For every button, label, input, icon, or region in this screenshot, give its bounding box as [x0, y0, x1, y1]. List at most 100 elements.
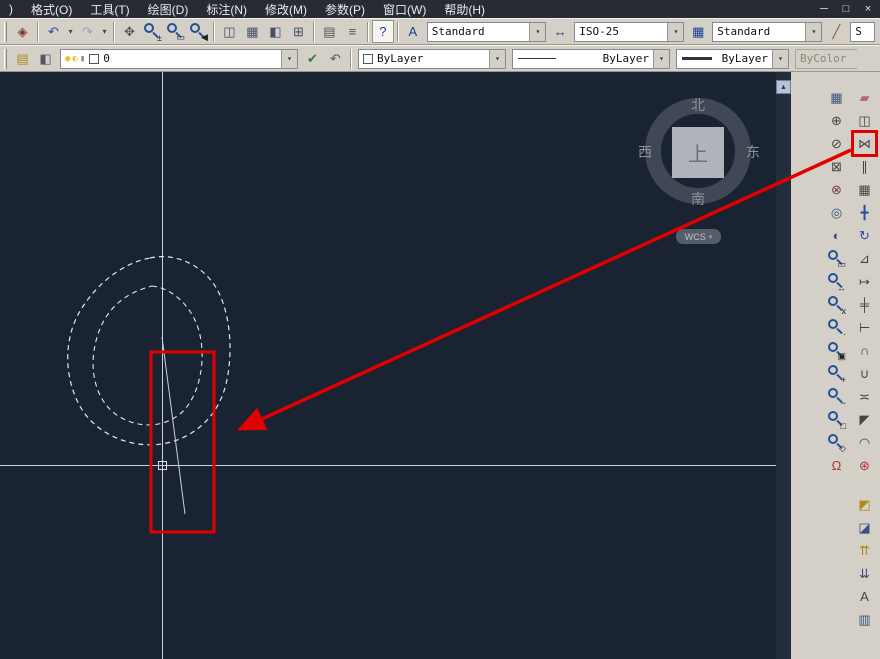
menu-item[interactable]: 标注(N) — [197, 0, 256, 18]
zoom-out-icon[interactable]: − — [825, 385, 848, 408]
zoom-window-icon[interactable]: ▭ — [825, 247, 848, 270]
menu-item[interactable]: 格式(O) — [22, 0, 81, 18]
delete-icon[interactable]: ⊗ — [825, 178, 848, 201]
edit-hatch-icon[interactable]: ▦ — [825, 86, 848, 109]
restore-button[interactable]: □ — [838, 3, 854, 15]
menu-item[interactable]: ) — [0, 0, 22, 18]
point-style-icon[interactable]: ⊕ — [825, 109, 848, 132]
layer-previous-icon[interactable]: ↶ — [324, 47, 347, 70]
vertical-scrollbar[interactable]: ▲ — [776, 72, 791, 659]
zoom-extents-icon[interactable]: ◇ — [825, 431, 848, 454]
zoom-center-icon[interactable]: · — [825, 316, 848, 339]
chevron-down-icon[interactable]: ▾ — [805, 22, 822, 41]
compass-east-label[interactable]: 东 — [746, 142, 760, 162]
table-style-combo[interactable]: Standard ▾ — [712, 21, 823, 42]
pan-icon[interactable]: ✥ — [118, 20, 141, 43]
array-icon[interactable]: ▦ — [853, 178, 876, 201]
scroll-up-arrow[interactable]: ▲ — [776, 80, 791, 94]
zoom-in-icon[interactable]: + — [825, 362, 848, 385]
3d-views-icon[interactable]: ◧ — [264, 20, 287, 43]
stretch-icon[interactable]: ↦ — [853, 270, 876, 293]
zoom-scale-icon[interactable]: x — [825, 293, 848, 316]
color-combo[interactable]: ByLayer ▾ — [358, 48, 506, 69]
toolbar-grip[interactable] — [4, 21, 7, 42]
camera-view-icon[interactable]: ⊞ — [287, 20, 310, 43]
draw-order-icon[interactable]: ▥ — [853, 608, 876, 631]
chevron-down-icon[interactable]: ▾ — [653, 49, 669, 68]
layer-states-icon[interactable]: ◧ — [34, 47, 57, 70]
named-views-icon[interactable]: ▦ — [241, 20, 264, 43]
menu-item[interactable]: 绘图(D) — [139, 0, 198, 18]
chamfer-icon[interactable]: ◤ — [853, 408, 876, 431]
chevron-down-icon[interactable]: ▾ — [489, 49, 505, 68]
dim-style-combo[interactable]: ISO-25 ▾ — [574, 21, 685, 42]
compass-south-label[interactable]: 南 — [645, 189, 751, 209]
layer-combo[interactable]: ● ◐ ▮ 0 ▾ — [60, 48, 298, 69]
layer-properties-manager-icon[interactable]: ▤ — [11, 47, 34, 70]
toolbar-grip[interactable] — [4, 48, 7, 69]
object-snap-icon[interactable]: Ω — [825, 454, 848, 477]
trim-icon[interactable]: ╪ — [853, 293, 876, 316]
text-style-combo[interactable]: Standard ▾ — [426, 21, 547, 42]
rotate-icon[interactable]: ↻ — [853, 224, 876, 247]
divide-icon[interactable]: ⊘ — [825, 132, 848, 155]
view-compass[interactable]: 上 北 西 东 南 — [638, 95, 760, 207]
make-object-layer-current-icon[interactable]: ✔ — [301, 47, 324, 70]
partial-style-combo[interactable]: S — [850, 21, 876, 42]
table-style-manager-icon[interactable]: ▦ — [687, 20, 709, 43]
match-properties-icon[interactable]: ╱ — [825, 20, 847, 43]
zoom-object-icon[interactable]: ▣ — [825, 339, 848, 362]
compass-west-label[interactable]: 西 — [638, 142, 652, 162]
bring-above-objects-icon[interactable]: ⇈ — [853, 539, 876, 562]
zoom-window-icon[interactable]: ▭ — [164, 20, 187, 43]
wcs-badge[interactable]: WCS ▾ — [676, 229, 721, 244]
mirror-icon[interactable]: ⋈ — [851, 130, 878, 157]
properties-palette-icon[interactable]: ≡ — [341, 20, 364, 43]
drawing-canvas[interactable]: 上 北 西 东 南 WCS ▾ — [0, 72, 776, 659]
explode-icon[interactable]: ⊛ — [853, 454, 876, 477]
menu-item[interactable]: 窗口(W) — [374, 0, 435, 18]
undo-dropdown[interactable]: ▾ — [65, 20, 76, 43]
zoom-previous-icon[interactable]: ◀ — [187, 20, 210, 43]
text-icon[interactable]: A — [853, 585, 876, 608]
zoom-dynamic-icon[interactable]: ↔ — [825, 270, 848, 293]
zoom-all-icon[interactable]: □ — [825, 408, 848, 431]
move-icon[interactable]: ╋ — [853, 201, 876, 224]
redo-icon[interactable]: ↷ — [76, 20, 99, 43]
break-icon[interactable]: ∪ — [853, 362, 876, 385]
offset-icon[interactable]: ∥ — [853, 155, 876, 178]
menu-item[interactable]: 参数(P) — [316, 0, 374, 18]
clip-icon[interactable]: ⊠ — [825, 155, 848, 178]
text-style-manager-icon[interactable]: A — [402, 20, 424, 43]
erase-icon[interactable]: ▰ — [853, 86, 876, 109]
compass-top-face[interactable]: 上 — [672, 127, 724, 178]
break-at-point-icon[interactable]: ∩ — [853, 339, 876, 362]
help-icon[interactable]: ? — [371, 20, 394, 43]
linetype-combo[interactable]: ByLayer ▾ — [512, 48, 670, 69]
undo-icon[interactable]: ↶ — [42, 20, 65, 43]
layout-viewports-icon[interactable]: ◫ — [218, 20, 241, 43]
calculator-icon[interactable]: ▤ — [318, 20, 341, 43]
send-under-objects-icon[interactable]: ⇊ — [853, 562, 876, 585]
copy-icon[interactable]: ◫ — [853, 109, 876, 132]
compass-north-label[interactable]: 北 — [645, 95, 751, 115]
menu-item[interactable]: 工具(T) — [81, 0, 138, 18]
zoom-realtime-icon[interactable]: ± — [141, 20, 164, 43]
scale-icon[interactable]: ⊿ — [853, 247, 876, 270]
bring-to-front-icon[interactable]: ◩ — [853, 493, 876, 516]
close-button[interactable]: × — [860, 3, 876, 15]
minimize-button[interactable]: ─ — [816, 3, 832, 15]
fillet-icon[interactable]: ◠ — [853, 431, 876, 454]
3d-orbit-icon[interactable]: ◎ — [825, 201, 848, 224]
lineweight-combo[interactable]: ByLayer ▾ — [676, 48, 789, 69]
chevron-down-icon[interactable]: ▾ — [529, 22, 546, 41]
dim-style-manager-icon[interactable]: ↔ — [549, 20, 571, 43]
redo-dropdown[interactable]: ▾ — [99, 20, 110, 43]
chevron-down-icon[interactable]: ▾ — [772, 49, 788, 68]
menu-item[interactable]: 修改(M) — [256, 0, 316, 18]
shade-icon[interactable]: ◐ — [825, 224, 848, 247]
chevron-down-icon[interactable]: ▾ — [667, 22, 684, 41]
extend-icon[interactable]: ⊢ — [853, 316, 876, 339]
send-to-back-icon[interactable]: ◪ — [853, 516, 876, 539]
join-icon[interactable]: ≍ — [853, 385, 876, 408]
